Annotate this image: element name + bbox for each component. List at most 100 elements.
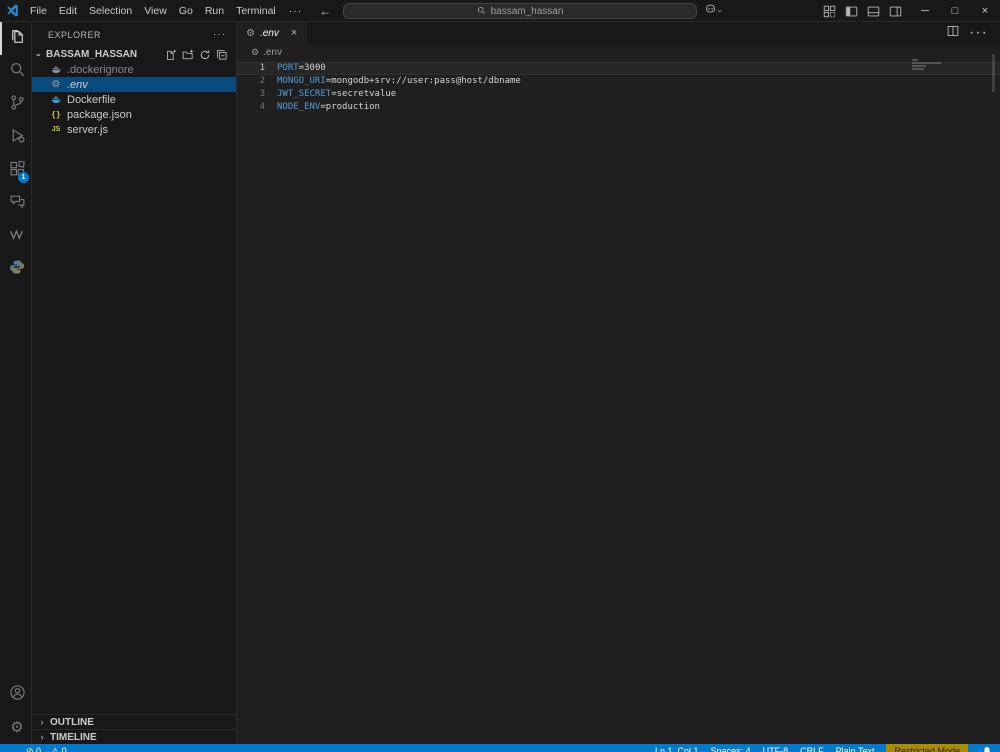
code-lines: 1 PORT=3000 2 MONGO_URI=mongodb+srv://user:… — [237, 62, 1000, 114]
tab-env[interactable]: ⚙ .env × — [237, 22, 308, 44]
account-icon — [9, 684, 26, 706]
extensions-badge: 1 — [18, 172, 29, 183]
minimize-button[interactable]: ─ — [910, 0, 940, 22]
wave-w-icon — [9, 226, 26, 248]
code-line-1[interactable]: 1 PORT=3000 — [237, 62, 1000, 75]
chevron-right-icon: › — [40, 717, 44, 727]
file-item-server.js[interactable]: JS server.js — [32, 122, 236, 137]
encoding[interactable]: UTF-8 — [763, 744, 789, 752]
file-name: Dockerfile — [67, 93, 116, 106]
menu-terminal[interactable]: Terminal — [230, 0, 282, 22]
file-item-.dockerignore[interactable]: .dockerignore — [32, 62, 236, 77]
menu-file[interactable]: File — [24, 0, 53, 22]
tab-close-icon[interactable]: × — [291, 27, 297, 39]
activitybar-extensions[interactable]: 1 — [0, 154, 32, 187]
activitybar-accounts[interactable] — [0, 678, 32, 711]
new-folder-button[interactable] — [182, 49, 194, 61]
code-line-2[interactable]: 2 MONGO_URI=mongodb+srv://user:pass@host/… — [237, 75, 1000, 88]
notifications-bell-icon[interactable] — [982, 744, 992, 752]
status-right: Ln 1, Col 1 Spaces: 4 UTF-8 CRLF Plain Text R… — [655, 744, 968, 752]
env-value: =3000 — [298, 63, 326, 73]
menu-view[interactable]: View — [138, 0, 173, 22]
python-icon — [9, 259, 25, 280]
workspace-section-header[interactable]: › BASSAM_HASSAN — [32, 47, 236, 62]
file-name: server.js — [67, 123, 108, 136]
section-label: OUTLINE — [50, 716, 94, 728]
menu-edit[interactable]: Edit — [53, 0, 83, 22]
env-key: JWT_SECRET — [277, 89, 332, 99]
activitybar-python[interactable] — [0, 253, 32, 286]
menu-go[interactable]: Go — [173, 0, 199, 22]
language-mode[interactable]: Plain Text — [836, 744, 875, 752]
cursor-position[interactable]: Ln 1, Col 1 — [655, 744, 699, 752]
activitybar-search[interactable] — [0, 55, 32, 88]
file-item-.env[interactable]: ⚙ .env — [32, 77, 236, 92]
indentation[interactable]: Spaces: 4 — [711, 744, 751, 752]
toggle-secondary-sidebar-icon[interactable] — [884, 5, 906, 18]
workspace-name: BASSAM_HASSAN — [46, 49, 138, 60]
new-file-button[interactable] — [165, 49, 177, 61]
activity-bar: 1 ⚙ — [0, 22, 32, 744]
layout-controls — [818, 0, 906, 22]
code-line-3[interactable]: 3 JWT_SECRET=secretvalue — [237, 88, 1000, 101]
env-value: =production — [320, 102, 380, 112]
env-key: MONGO_URI — [277, 76, 326, 86]
line-number: 4 — [259, 102, 265, 112]
command-center-search[interactable]: bassam_hassan — [343, 3, 697, 19]
problems-warnings[interactable]: ⚠ 0 — [51, 744, 67, 752]
tab-bar: ⚙ .env × ··· — [237, 22, 1000, 44]
activitybar-settings[interactable]: ⚙ — [0, 711, 32, 744]
collapse-all-button[interactable] — [216, 49, 228, 61]
section-timeline[interactable]: › TIMELINE — [32, 729, 236, 744]
toggle-primary-sidebar-icon[interactable] — [840, 5, 862, 18]
menu-selection[interactable]: Selection — [83, 0, 138, 22]
docker-blue-icon — [50, 94, 62, 105]
activitybar-source-control[interactable] — [0, 88, 32, 121]
minimap[interactable] — [912, 59, 946, 71]
close-button[interactable]: × — [970, 0, 1000, 22]
refresh-button[interactable] — [199, 49, 211, 61]
maximize-button[interactable]: □ — [940, 0, 970, 22]
title-bar: File Edit Selection View Go Run Terminal ··· ←… — [0, 0, 1000, 22]
breadcrumb[interactable]: ⚙ .env — [237, 44, 1000, 60]
eol[interactable]: CRLF — [800, 744, 824, 752]
more-actions-icon[interactable]: ··· — [969, 24, 988, 42]
menu-overflow-button[interactable]: ··· — [282, 5, 310, 17]
env-value: =secretvalue — [331, 89, 397, 99]
vscode-logo-icon — [0, 4, 24, 17]
chat-bubbles-icon — [9, 193, 26, 215]
explorer-more-actions-button[interactable]: ··· — [213, 29, 226, 40]
gear-file-icon: ⚙ — [251, 46, 260, 57]
breadcrumb-file: .env — [263, 46, 282, 58]
files-icon — [9, 28, 26, 50]
section-outline[interactable]: › OUTLINE — [32, 714, 236, 729]
editor-actions: ··· — [947, 22, 1000, 44]
copilot-menu[interactable]: › — [704, 0, 726, 22]
sidebar-bottom-sections: › OUTLINE › TIMELINE — [32, 714, 236, 744]
file-list: .dockerignore ⚙ .env Dockerfile {} package.js… — [32, 62, 236, 137]
code-area[interactable]: 1 PORT=3000 2 MONGO_URI=mongodb+srv://user:… — [237, 60, 1000, 114]
activitybar-wave[interactable] — [0, 220, 32, 253]
file-item-package.json[interactable]: {} package.json — [32, 107, 236, 122]
activitybar-run-debug[interactable] — [0, 121, 32, 154]
activitybar-chat[interactable] — [0, 187, 32, 220]
line-text: MONGO_URI=mongodb+srv://user:pass@host/d… — [265, 75, 521, 88]
search-icon — [477, 6, 486, 17]
customize-layout-icon[interactable] — [818, 5, 840, 18]
menu-bar: File Edit Selection View Go Run Terminal — [24, 0, 282, 22]
file-item-Dockerfile[interactable]: Dockerfile — [32, 92, 236, 107]
gear-icon: ⚙ — [51, 78, 61, 90]
scrollbar-overview[interactable] — [992, 54, 995, 92]
explorer-toolbar — [165, 49, 236, 61]
code-line-4[interactable]: 4 NODE_ENV=production — [237, 101, 1000, 114]
workspace-trust-badge[interactable]: Restricted Mode — [886, 744, 968, 752]
problems-errors[interactable]: ⊘ 0 — [26, 744, 41, 752]
env-key: PORT — [277, 63, 299, 73]
back-arrow-icon[interactable]: ← — [319, 4, 331, 18]
sidebar-title: EXPLORER — [48, 29, 102, 40]
activitybar-explorer[interactable] — [0, 22, 32, 55]
docker-gray-icon — [50, 64, 62, 75]
toggle-panel-icon[interactable] — [862, 5, 884, 18]
split-editor-icon[interactable] — [947, 24, 959, 42]
menu-run[interactable]: Run — [199, 0, 230, 22]
